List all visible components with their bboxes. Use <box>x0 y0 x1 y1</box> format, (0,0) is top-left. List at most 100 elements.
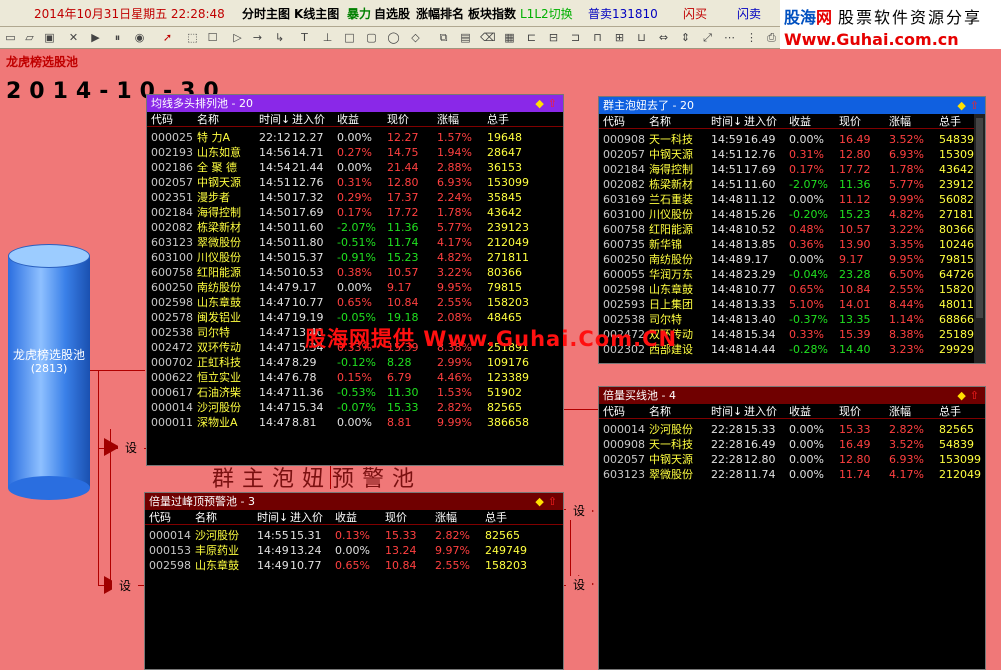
link-icon[interactable]: ⊥ <box>320 30 335 45</box>
connector-node[interactable]: 设 <box>112 577 138 595</box>
table-row[interactable]: 002184 海得控制 14:51 17.69 0.17% 17.72 1.78% 43642 <box>599 162 985 177</box>
table-row[interactable]: 002598 山东章鼓 14:48 10.77 0.65% 10.84 2.55% 15820 <box>599 282 985 297</box>
diamond-icon[interactable]: ◇ <box>408 30 423 45</box>
column-header[interactable]: 涨幅 <box>437 112 459 127</box>
table-row[interactable]: 002193 山东如意 14:56 14.71 0.27% 14.75 1.94% 28647 <box>147 145 563 160</box>
align-bottom-icon[interactable]: ⊔ <box>634 30 649 45</box>
hand-icon[interactable]: ☐ <box>205 30 220 45</box>
column-header[interactable]: 名称 <box>195 510 217 525</box>
play-icon[interactable]: ▶ <box>88 30 103 45</box>
table-row[interactable]: 600735 新华锦 14:48 13.85 0.36% 13.90 3.35% 10246 <box>599 237 985 252</box>
table-row[interactable]: 002598 山东章鼓 14:49 10.77 0.65% 10.84 2.55% 15820… <box>145 558 563 573</box>
scrollbar[interactable] <box>974 114 985 363</box>
table-row[interactable]: 000617 石油济柴 14:47 11.36 -0.53% 11.30 1.53% 5190… <box>147 385 563 400</box>
table-row[interactable]: 002186 全 聚 德 14:54 21.44 0.00% 21.44 2.88% 3615… <box>147 160 563 175</box>
table-row[interactable]: 000025 特 力A 22:12 12.27 0.00% 12.27 1.57% 19648 <box>147 130 563 145</box>
table-row[interactable]: 002082 栋梁新材 14:51 11.60 -2.07% 11.36 5.77% 2391… <box>599 177 985 192</box>
column-header[interactable]: 涨幅 <box>889 404 911 419</box>
column-header[interactable]: 进入价 <box>744 404 777 419</box>
column-header[interactable]: 代码 <box>151 112 173 127</box>
pool-panel-peak-warning[interactable]: 倍量过峰顶预警池 - 3 ◆ ⇧ 代码 名称 时间↓ 进入价 收益 现价 涨幅 总手 000014 沙河… <box>144 492 564 670</box>
column-header[interactable]: 名称 <box>649 404 671 419</box>
menu-zhangfu[interactable]: 涨幅排名 <box>416 5 464 23</box>
table-row[interactable]: 600758 红阳能源 14:50 10.53 0.38% 10.57 3.22% 80366 <box>147 265 563 280</box>
column-header[interactable]: 代码 <box>603 114 625 129</box>
vspace-icon[interactable]: ⋮ <box>744 30 759 45</box>
open-icon[interactable]: ▱ <box>22 30 37 45</box>
table-row[interactable]: 002082 栋梁新材 14:50 11.60 -2.07% 11.36 5.77% 2391… <box>147 220 563 235</box>
menu-bankuai[interactable]: 板块指数 <box>468 5 516 23</box>
table-row[interactable]: 603123 翠微股份 22:28 11.74 0.00% 11.74 4.17% 21204… <box>599 467 985 482</box>
table-row[interactable]: 000014 沙河股份 22:28 15.33 0.00% 15.33 2.82% 82565 <box>599 422 985 437</box>
column-header[interactable]: 收益 <box>337 112 359 127</box>
align-top-icon[interactable]: ⊓ <box>590 30 605 45</box>
column-header[interactable]: 涨幅 <box>889 114 911 129</box>
select-icon[interactable]: ⬚ <box>185 30 200 45</box>
table-row[interactable]: 002598 山东章鼓 14:47 10.77 0.65% 10.84 2.55% 15820… <box>147 295 563 310</box>
pause-icon[interactable]: ⏸ <box>110 30 125 45</box>
polyline-icon[interactable]: ↳ <box>272 30 287 45</box>
copy-icon[interactable]: ⧉ <box>436 30 451 45</box>
diamond-icon[interactable]: ◆ <box>957 99 965 112</box>
table-row[interactable]: 002593 日上集团 14:48 13.33 5.10% 14.01 8.44% 48011 <box>599 297 985 312</box>
table-row[interactable]: 000011 深物业A 14:47 8.81 0.00% 8.81 9.99% 386658 <box>147 415 563 430</box>
line-icon[interactable]: → <box>250 30 265 45</box>
column-header[interactable]: 总手 <box>487 112 509 127</box>
connector-node[interactable]: 设 <box>566 576 592 594</box>
ellipse-icon[interactable]: ◯ <box>386 30 401 45</box>
column-header[interactable]: 时间↓ <box>257 510 288 525</box>
table-row[interactable]: 600250 南纺股份 14:47 9.17 0.00% 9.17 9.95% 79815 <box>147 280 563 295</box>
align-middle-icon[interactable]: ⊞ <box>612 30 627 45</box>
rounded-rect-icon[interactable]: ▢ <box>364 30 379 45</box>
table-row[interactable]: 000014 沙河股份 14:47 15.34 -0.07% 15.33 2.82% 8256… <box>147 400 563 415</box>
flash-sell-button[interactable]: 闪卖 <box>737 5 761 23</box>
source-pool-cylinder[interactable]: 龙虎榜选股池 (2813) <box>8 244 90 504</box>
table-row[interactable]: 002351 漫步者 14:50 17.32 0.29% 17.37 2.24% 35845 <box>147 190 563 205</box>
table-row[interactable]: 000908 天一科技 22:28 16.49 0.00% 16.49 3.52% 54839 <box>599 437 985 452</box>
table-row[interactable]: 603100 川仪股份 14:50 15.37 -0.91% 15.23 4.82% 2718… <box>147 250 563 265</box>
table-row[interactable]: 000908 天一科技 14:59 16.49 0.00% 16.49 3.52% 54839 <box>599 132 985 147</box>
arrow-up-icon[interactable]: ⇧ <box>548 97 557 110</box>
column-header[interactable]: 时间↓ <box>711 114 742 129</box>
panel-header-ma-bull[interactable]: 均线多头排列池 - 20 ◆ ⇧ <box>147 95 563 112</box>
column-header[interactable]: 名称 <box>649 114 671 129</box>
column-header[interactable]: 收益 <box>335 510 357 525</box>
table-row[interactable]: 603123 翠微股份 14:50 11.80 -0.51% 11.74 4.17% 2120… <box>147 235 563 250</box>
column-header[interactable]: 总手 <box>485 510 507 525</box>
column-header[interactable]: 总手 <box>939 404 961 419</box>
panel-header-peak-warning[interactable]: 倍量过峰顶预警池 - 3 ◆ ⇧ <box>145 493 563 510</box>
column-header[interactable]: 收益 <box>789 114 811 129</box>
new-icon[interactable]: ▭ <box>3 30 18 45</box>
panel-header-double-volume[interactable]: 倍量买线池 - 4 ◆ ⇧ <box>599 387 985 404</box>
column-header[interactable]: 进入价 <box>744 114 777 129</box>
menu-kline[interactable]: K线主图 <box>294 5 339 23</box>
column-header[interactable]: 代码 <box>149 510 171 525</box>
table-row[interactable]: 600055 华润万东 14:48 23.29 -0.04% 23.28 6.50% 6472… <box>599 267 985 282</box>
diamond-icon[interactable]: ◆ <box>535 97 543 110</box>
text-icon[interactable]: T <box>297 30 312 45</box>
connector-node[interactable]: 设 <box>118 439 144 457</box>
column-header[interactable]: 现价 <box>387 112 409 127</box>
table-row[interactable]: 600758 红阳能源 14:48 10.52 0.48% 10.57 3.22% 80366 <box>599 222 985 237</box>
menu-l1l2[interactable]: L1L2切换 <box>520 5 573 23</box>
menu-fenshi[interactable]: 分时主图 <box>242 5 290 23</box>
column-header[interactable]: 时间↓ <box>259 112 290 127</box>
pool-panel-ma-bull[interactable]: 均线多头排列池 - 20 ◆ ⇧ 代码 名称 时间↓ 进入价 收益 现价 涨幅 总手 000025 特 … <box>146 94 564 466</box>
table-row[interactable]: 000702 正虹科技 14:47 8.29 -0.12% 8.28 2.99% 109176 <box>147 355 563 370</box>
align-center-icon[interactable]: ⊟ <box>546 30 561 45</box>
paste-icon[interactable]: ▤ <box>458 30 473 45</box>
arrow-up-icon[interactable]: ⇧ <box>548 495 557 508</box>
table-row[interactable]: 000014 沙河股份 14:55 15.31 0.13% 15.33 2.82% 82565 <box>145 528 563 543</box>
column-header[interactable]: 进入价 <box>290 510 323 525</box>
arrow-right-icon[interactable]: ▷ <box>230 30 245 45</box>
table-row[interactable]: 603100 川仪股份 14:48 15.26 -0.20% 15.23 4.82% 2718… <box>599 207 985 222</box>
diamond-icon[interactable]: ◆ <box>957 389 965 402</box>
column-header[interactable]: 收益 <box>789 404 811 419</box>
column-header[interactable]: 名称 <box>197 112 219 127</box>
table-row[interactable]: 002184 海得控制 14:50 17.69 0.17% 17.72 1.78% 43642 <box>147 205 563 220</box>
table-row[interactable]: 002057 中钢天源 14:51 12.76 0.31% 12.80 6.93% 15309… <box>147 175 563 190</box>
grid-icon[interactable]: ▦ <box>502 30 517 45</box>
column-header[interactable]: 涨幅 <box>435 510 457 525</box>
scrollbar-thumb[interactable] <box>976 118 983 318</box>
delete-icon[interactable]: ⌫ <box>480 30 496 45</box>
